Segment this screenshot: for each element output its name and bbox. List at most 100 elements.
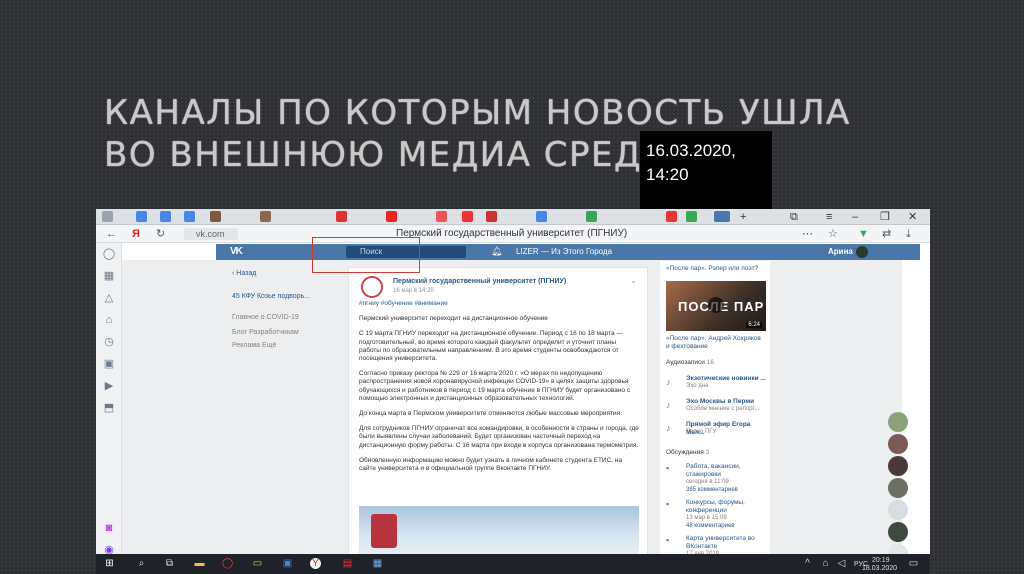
tab-3[interactable] [184,211,195,222]
chat-avatar[interactable] [888,412,908,432]
tab-11[interactable] [686,211,697,222]
vk-menu-item-2[interactable]: Главное о COVID-19 [232,313,332,322]
vk-user-name[interactable]: Арина [828,247,853,256]
discussion-comments[interactable]: 385 комментариев [686,487,738,494]
folder-icon[interactable]: ▭ [252,558,263,569]
video-caption[interactable]: «После пар». Андрей Хохряков и фехтовани… [666,335,766,351]
downloads-sidebar-icon[interactable]: ⬒ [102,401,116,415]
back-arrow-icon[interactable]: ← [106,227,117,241]
post-paragraph: С 19 марта ПГНИУ переходит на дистанцион… [359,330,623,363]
post-author[interactable]: Пермский государственный университет (ПГ… [393,278,566,285]
opera-icon[interactable]: ◯ [222,558,233,569]
apps-grid-icon[interactable]: ▦ [102,269,116,283]
menu-icon[interactable]: ≡ [826,210,832,224]
home-icon[interactable]: ⌂ [102,313,116,327]
vk-menu-item-3[interactable]: Блог Разработчикам [232,328,332,337]
vk-notifications-icon[interactable]: 🔔︎ [491,246,502,257]
tray-expand-icon[interactable]: ^ [802,558,813,569]
post-tags[interactable]: #пгниу #обучение #внимание [359,300,639,308]
browser-sidebar: ◯ ▦ △ ⌂ ◷ ▣ ▶ ⬒ ◙ ◉ [96,243,122,574]
tabs-menu-icon[interactable] [102,211,113,222]
vk-user-avatar[interactable] [856,246,868,258]
user-icon[interactable]: ◯ [102,247,116,261]
video-thumbnail[interactable]: ПОСЛЕ ПАР 6:24 [666,281,766,331]
chat-camera-icon[interactable] [888,500,908,520]
app-icon[interactable]: ▣ [282,558,293,569]
tab-4[interactable] [210,211,221,222]
tab-9[interactable] [536,211,547,222]
yandex-browser-icon[interactable]: Y [310,558,321,569]
chat-avatar[interactable] [888,522,908,542]
task-view-icon[interactable]: ⧉ [164,558,175,569]
audio-title[interactable]: Экзотические новинки ... [686,375,766,383]
chat-avatar[interactable] [888,478,908,498]
minimize-icon[interactable]: – [852,210,858,224]
collections-icon[interactable]: ⧉ [790,210,798,224]
tab-vk-active[interactable] [714,211,730,222]
discussions-count: 3 [705,449,710,456]
file-explorer-icon[interactable]: ▬ [194,558,205,569]
vk-menu-item-4[interactable]: Реклама Ещё [232,341,332,350]
tab-2[interactable] [160,211,171,222]
bell-icon[interactable]: △ [102,291,116,305]
video-icon[interactable]: ▶ [102,379,116,393]
audio-note-icon[interactable]: ♪ [666,400,676,410]
tab-yandex-2[interactable] [666,211,677,222]
tab-yandex-1[interactable] [462,211,473,222]
new-tab-icon[interactable]: + [740,210,746,224]
post-author-avatar[interactable] [361,276,383,298]
network-app-icon[interactable]: ▦ [372,558,383,569]
url-field[interactable]: vk.com [184,228,238,240]
history-icon[interactable]: ◷ [102,335,116,349]
network-icon[interactable]: ⌂ [820,558,831,569]
mail-icon[interactable]: ▤ [342,558,353,569]
vk-menu-item-1[interactable]: 45 КФУ Козье подворь... [232,292,332,301]
audio-header[interactable]: Аудиозаписи 16 [666,359,714,367]
audio-count: 16 [706,359,714,366]
tray-time[interactable]: 20:19 [872,557,890,564]
post-paragraph: Согласно приказу ректора № 229 от 16 мар… [359,370,631,402]
post-date[interactable]: 16 мар в 14:20 [393,288,434,294]
downloads-icon[interactable]: ⤓ [906,227,911,241]
search-icon[interactable]: ⌕ [136,558,147,569]
notifications-icon[interactable]: ▭ [908,558,919,569]
date-line-1: 16.03.2020, [646,141,736,160]
maximize-icon[interactable]: ❐ [880,210,890,224]
download-extension-icon[interactable]: ▼ [858,227,869,241]
chat-avatar[interactable] [888,456,908,476]
video-caption-top[interactable]: «После пар». Рэпер или поэт? [666,265,758,273]
windows-start-icon[interactable]: ⊞ [104,558,115,569]
volume-icon[interactable]: ◁ [836,558,847,569]
yandex-logo-icon[interactable]: Я [132,227,140,241]
chat-avatar[interactable] [888,434,908,454]
audio-note-icon[interactable]: ♪ [666,423,676,433]
tab-7[interactable] [436,211,447,222]
collections-sidebar-icon[interactable]: ▣ [102,357,116,371]
discussion-comments[interactable]: 48 комментариев [686,523,735,530]
tab-5[interactable] [260,211,271,222]
tab-youtube[interactable] [386,211,397,222]
reader-icon[interactable]: ⋯ [802,227,813,241]
tab-8[interactable] [486,211,497,222]
browser-screenshot: + ⧉ ≡ – ❐ ✕ ← Я ↻ vk.com Пермский госуда… [96,209,930,574]
reload-icon[interactable]: ↻ [156,227,165,241]
audio-note-icon[interactable]: ♪ [666,377,676,387]
tab-6[interactable] [336,211,347,222]
bookmark-star-icon[interactable]: ☆ [828,227,838,241]
audio-title[interactable]: Эхо Москвы в Перми [686,398,754,406]
post-image[interactable] [359,506,639,561]
tab-10[interactable] [586,211,597,222]
discussion-title[interactable]: Работа, вакансии, стажировки [686,463,766,479]
close-icon[interactable]: ✕ [908,210,917,224]
tab-1[interactable] [136,211,147,222]
translate-icon[interactable]: ⇄ [882,227,891,241]
discussions-header[interactable]: Обсуждения 3 [666,449,709,457]
discussion-title[interactable]: Карта университета во ВКонтакте [686,535,766,551]
vk-logo-icon[interactable]: VK [230,246,243,257]
vk-player-text[interactable]: LIZER — Из Этого Города [516,247,612,256]
post-more-icon[interactable]: ⌄ [630,276,637,285]
discussion-title[interactable]: Конкурсы, форумы, конференции [686,499,766,515]
alice-shortcut-icon[interactable]: ◙ [102,521,116,535]
tray-date[interactable]: 18.03.2020 [862,565,897,572]
browser-page-title: Пермский государственный университет (ПГ… [396,228,628,239]
